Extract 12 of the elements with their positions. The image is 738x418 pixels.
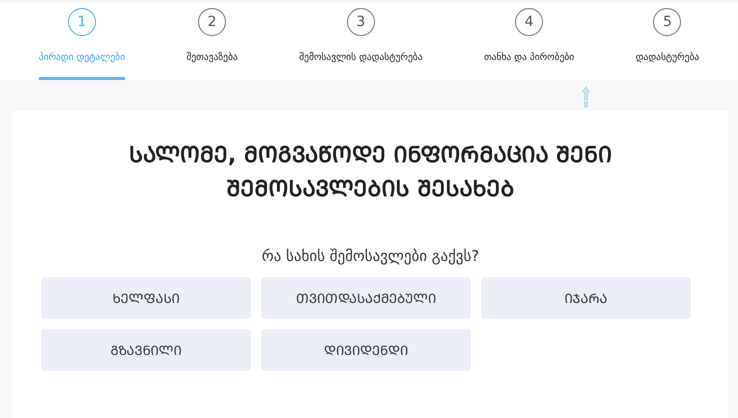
income-option-button[interactable]: ᲮᲔᲚᲤᲐᲡᲘ [41,277,251,319]
step-tab[interactable]: 4 თანხა და პირობები [484,0,574,80]
step-tab[interactable]: 5 დადასტურება [636,0,700,80]
question-text: რა სახის შემოსავლები გაქვს? [260,247,480,265]
income-option-button[interactable]: ᲘᲯᲐᲠᲐ [481,277,691,319]
income-option-button[interactable]: ᲒᲖᲐᲕᲜᲘᲚᲘ [41,329,251,371]
income-option-button[interactable]: ᲓᲘᲕᲘᲓᲔᲜᲓᲘ [261,329,471,371]
arrow-up-icon [582,86,590,108]
form-heading: ᲡᲐᲚᲝᲛᲔ, ᲛᲝᲒᲕᲐᲬᲝᲓᲔ ᲘᲜᲤᲝᲠᲛᲐᲪᲘᲐ ᲨᲔᲜᲘ ᲨᲔᲛᲝᲡᲐᲕᲚᲔᲑᲘᲡ ᲨᲔᲡᲐᲮᲔᲑ [128,142,614,204]
step-tab[interactable]: 3 შემოსავლის დადასტურება [299,0,423,80]
step-tab[interactable]: 2 შეთავაზება [186,0,238,80]
income-option-button[interactable]: ᲗᲕᲘᲗᲓᲐᲡᲐᲥᲛᲔᲑᲣᲚᲘ [261,277,471,319]
